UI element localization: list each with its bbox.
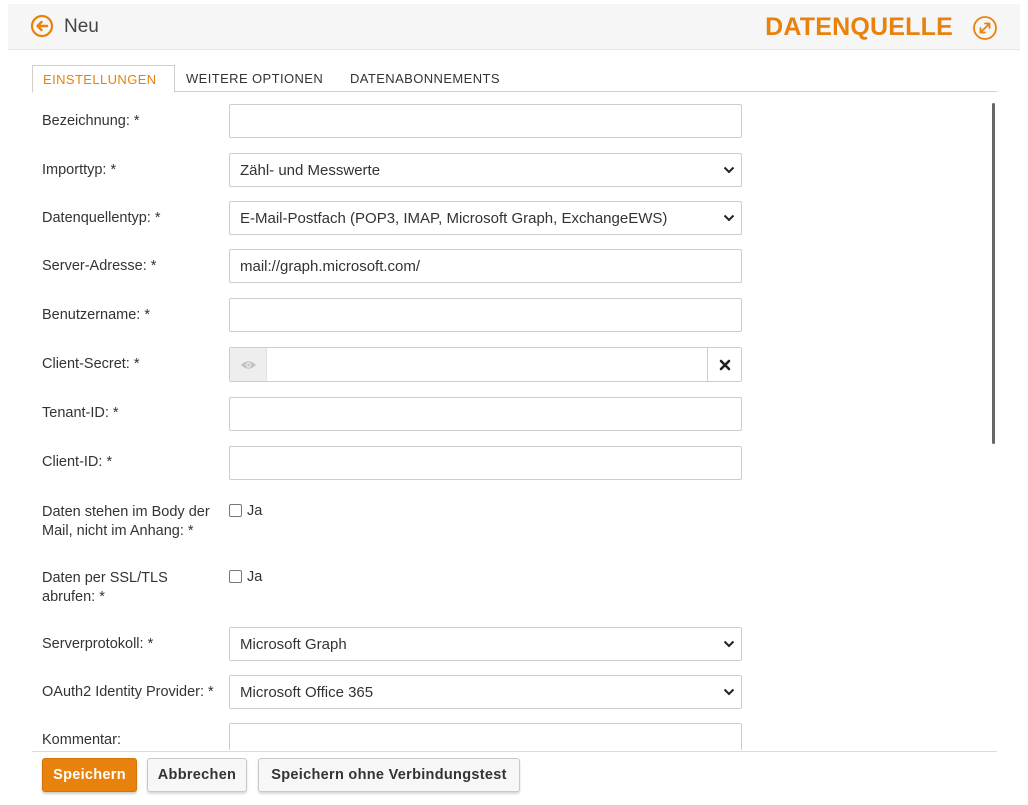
datenquellentyp-select[interactable]: E-Mail-Postfach (POP3, IMAP, Microsoft G… [229,201,742,235]
benutzername-label: Benutzername: * [42,307,151,323]
datenquellentyp-value: E-Mail-Postfach (POP3, IMAP, Microsoft G… [240,210,668,227]
oauth-provider-select[interactable]: Microsoft Office 365 [229,675,742,709]
importtyp-select[interactable]: Zähl- und Messwerte [229,153,742,187]
chevron-down-icon [723,166,735,174]
ssl-tls-option-label: Ja [247,569,263,585]
bezeichnung-label: Bezeichnung: * [42,113,140,129]
chevron-down-icon [723,688,735,696]
chevron-down-icon [723,214,735,222]
importtyp-value: Zähl- und Messwerte [240,162,381,179]
cancel-button[interactable]: Abbrechen [147,758,247,792]
kommentar-textarea[interactable] [229,723,742,750]
tab-einstellungen[interactable]: EINSTELLUNGEN [32,65,175,93]
tab-bar: EINSTELLUNGEN WEITERE OPTIONEN DATENABON… [32,65,997,93]
section-brand-title: DATENQUELLE [765,13,953,41]
ssl-tls-checkbox[interactable] [229,570,242,583]
ssl-tls-label-line2: abrufen: * [42,589,105,605]
body-mail-checkbox[interactable] [229,504,242,517]
page-header: Neu DATENQUELLE [8,4,1020,50]
tenant-id-label: Tenant-ID: * [42,405,119,421]
client-secret-label: Client-Secret: * [42,356,140,372]
client-id-label: Client-ID: * [42,454,113,470]
body-mail-label: Daten stehen im Body der Mail, nicht im … [42,503,210,541]
body-mail-option-label: Ja [247,503,263,519]
close-icon[interactable] [707,348,741,381]
importtyp-label: Importtyp: * [42,162,117,178]
body-mail-option: Ja [229,503,262,519]
settings-form: Bezeichnung: * Importtyp: * Zähl- und Me… [32,93,997,750]
oauth-provider-value: Microsoft Office 365 [240,684,374,701]
bezeichnung-input[interactable] [229,104,742,138]
server-adresse-input[interactable]: mail://graph.microsoft.com/ [229,249,742,283]
tab-datenabonnements[interactable]: DATENABONNEMENTS [350,65,500,92]
arrow-left-circle-icon[interactable] [30,14,54,38]
body-mail-label-line2: Mail, nicht im Anhang: * [42,523,194,539]
body-mail-label-line1: Daten stehen im Body der [42,504,210,520]
eye-icon[interactable] [230,348,267,381]
serverprotokoll-select[interactable]: Microsoft Graph [229,627,742,661]
tenant-id-input[interactable] [229,397,742,431]
form-scrollbar[interactable] [992,103,995,444]
serverprotokoll-label: Serverprotokoll: * [42,636,154,652]
server-adresse-label: Server-Adresse: * [42,258,157,274]
client-secret-field [229,347,742,382]
serverprotokoll-value: Microsoft Graph [240,636,347,653]
oauth-provider-label: OAuth2 Identity Provider: * [42,684,214,700]
ssl-tls-label: Daten per SSL/TLS abrufen: * [42,569,168,607]
client-id-input[interactable] [229,446,742,480]
client-secret-input[interactable] [268,348,706,381]
save-without-test-button[interactable]: Speichern ohne Verbindungstest [258,758,520,792]
benutzername-input[interactable] [229,298,742,332]
page-title: Neu [64,16,99,37]
save-button[interactable]: Speichern [42,758,137,792]
ssl-tls-option: Ja [229,569,262,585]
form-footer: Speichern Abbrechen Speichern ohne Verbi… [32,751,997,805]
tab-weitere-optionen[interactable]: WEITERE OPTIONEN [186,65,323,92]
kommentar-label: Kommentar: [42,732,121,748]
expand-arrows-icon[interactable] [972,15,998,41]
ssl-tls-label-line1: Daten per SSL/TLS [42,570,168,586]
chevron-down-icon [723,640,735,648]
datenquellentyp-label: Datenquellentyp: * [42,210,161,226]
